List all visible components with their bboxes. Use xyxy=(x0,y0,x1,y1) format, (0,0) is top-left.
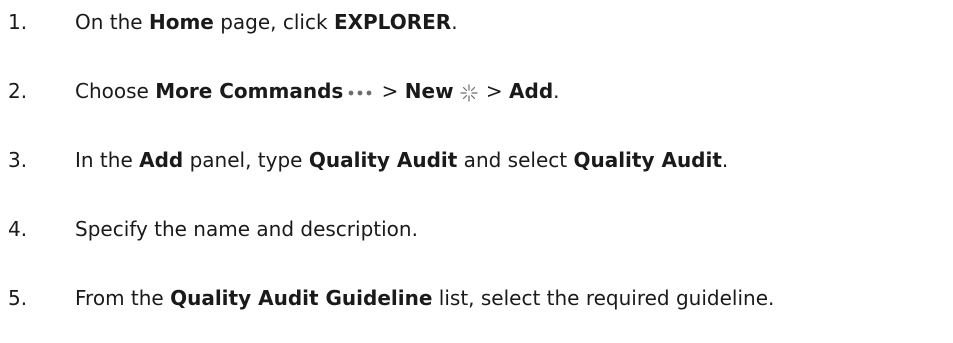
step-number: 1. xyxy=(8,10,28,34)
text-fragment: . xyxy=(553,79,560,103)
step-number: 3. xyxy=(8,148,28,172)
step-text: Choose More Commands > New > Add. xyxy=(75,79,560,103)
text-fragment: panel, type xyxy=(183,148,309,172)
more-commands-icon xyxy=(348,90,372,95)
ui-term-quality-audit-guideline: Quality Audit Guideline xyxy=(170,286,433,310)
step-text: On the Home page, click EXPLORER. xyxy=(75,10,458,34)
text-fragment: . xyxy=(451,10,458,34)
step-text: Specify the name and description. xyxy=(75,217,418,241)
ui-term-home: Home xyxy=(148,10,214,34)
step-text: In the Add panel, type Quality Audit and… xyxy=(75,148,728,172)
text-fragment: In the xyxy=(75,148,140,172)
text-fragment: > xyxy=(375,79,405,103)
text-fragment: Choose xyxy=(75,79,156,103)
step-text: From the Quality Audit Guideline list, s… xyxy=(75,286,774,310)
step-number: 5. xyxy=(8,286,28,310)
text-fragment: page, click xyxy=(213,10,334,34)
text-fragment: list, select the required guideline. xyxy=(432,286,775,310)
text-fragment: > xyxy=(479,79,510,103)
ui-term-add: Add xyxy=(509,79,554,103)
ui-term-add: Add xyxy=(139,148,184,172)
step-number: 4. xyxy=(8,217,28,241)
text-fragment: and select xyxy=(457,148,574,172)
step-number: 2. xyxy=(8,79,28,103)
ui-term-quality-audit: Quality Audit xyxy=(308,148,458,172)
text-fragment: From the xyxy=(75,286,171,310)
ui-term-quality-audit: Quality Audit xyxy=(573,148,722,172)
new-sparkle-icon xyxy=(459,83,478,102)
ui-term-more-commands: More Commands xyxy=(155,79,344,103)
text-fragment: . xyxy=(721,148,729,172)
ui-term-explorer: EXPLORER xyxy=(333,10,452,34)
text-fragment: Specify the name and description. xyxy=(75,217,418,241)
ui-term-new: New xyxy=(404,79,454,103)
text-fragment: On the xyxy=(75,10,149,34)
